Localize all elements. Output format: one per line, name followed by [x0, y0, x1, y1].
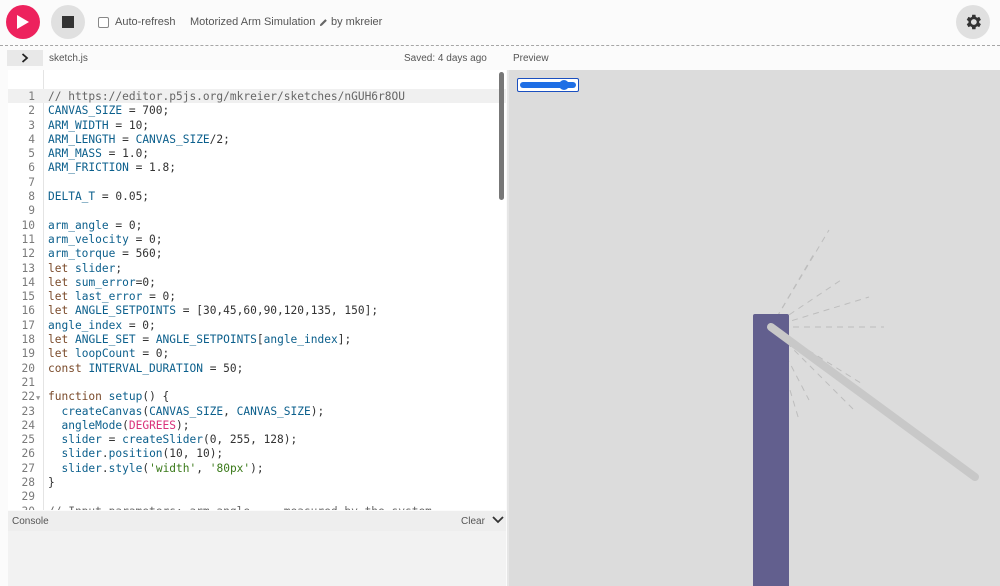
line-number: 14 [21, 275, 35, 289]
editor-scrollbar[interactable] [499, 72, 504, 200]
stop-button[interactable] [51, 5, 85, 39]
line-number: 15 [21, 290, 35, 304]
code-text: createCanvas(CANVAS_SIZE, CANVAS_SIZE); [61, 404, 325, 418]
code-text: DELTA_T = 0.05; [48, 190, 150, 204]
line-number: 17 [21, 318, 35, 332]
filename-label: sketch.js [49, 53, 88, 64]
arm-simulation [753, 229, 979, 586]
code-text: let ANGLE_SETPOINTS = [30,45,60,90,120,1… [48, 304, 379, 318]
play-icon [17, 15, 29, 29]
line-number: 2 [28, 104, 35, 118]
line-number: 8 [28, 190, 35, 204]
auto-refresh-toggle[interactable]: Auto-refresh [98, 16, 176, 28]
line-number: 6 [28, 161, 35, 175]
pencil-icon[interactable] [319, 18, 328, 27]
auto-refresh-label: Auto-refresh [115, 16, 176, 28]
code-text: slider.style('width', '80px'); [61, 461, 264, 475]
author-label: by mkreier [331, 16, 383, 28]
line-number: 5 [28, 147, 35, 161]
saved-status: Saved: 4 days ago [404, 53, 487, 64]
stop-icon [62, 16, 74, 28]
code-text: ARM_LENGTH = CANVAS_SIZE/2; [48, 132, 230, 146]
console-header: Console Clear [8, 511, 506, 531]
preview-label: Preview [513, 53, 549, 64]
code-text: } [48, 476, 55, 490]
code-text: ARM_WIDTH = 10; [48, 118, 150, 132]
line-number: 24 [21, 418, 35, 432]
code-text: angleMode(DEGREES); [61, 418, 190, 432]
code-text: const INTERVAL_DURATION = 50; [48, 361, 244, 375]
line-number: 18 [21, 333, 35, 347]
line-number: 11 [21, 232, 35, 246]
console-output [8, 531, 506, 586]
code-text: angle_index = 0; [48, 318, 156, 332]
code-text: let last_error = 0; [48, 290, 177, 304]
code-text: let sum_error=0; [48, 275, 156, 289]
file-bar: sketch.js Saved: 4 days ago [0, 48, 508, 68]
line-number: 7 [28, 175, 35, 189]
line-number: 26 [21, 447, 35, 461]
line-number: 16 [21, 304, 35, 318]
line-number: 23 [21, 404, 35, 418]
line-number: 3 [28, 118, 35, 132]
settings-button[interactable] [956, 5, 990, 39]
line-number: 20 [21, 361, 35, 375]
line-number: 27 [21, 461, 35, 475]
line-number: 9 [28, 204, 35, 218]
code-text: let loopCount = 0; [48, 347, 170, 361]
console-clear-button[interactable]: Clear [461, 516, 485, 527]
line-number: 30 [8, 505, 35, 510]
code-editor[interactable]: 1 // https://editor.p5js.org/mkreier/sket… [8, 70, 506, 510]
toolbar: Auto-refresh Motorized Arm Simulation by… [0, 0, 1000, 46]
line-number: 28 [21, 476, 35, 490]
motor-arm [767, 323, 979, 481]
code-text: ARM_FRICTION = 1.8; [48, 161, 176, 175]
line-number: 1 [28, 90, 35, 103]
code-text: function setup() { [48, 390, 170, 404]
code-text: arm_velocity = 0; [48, 232, 163, 246]
line-number: 19 [21, 347, 35, 361]
preview-canvas [509, 70, 1000, 586]
line-number: 21 [21, 375, 35, 389]
line-number: 4 [28, 132, 35, 146]
line-number: 13 [21, 261, 35, 275]
fold-triangle-icon[interactable]: ▼ [36, 391, 40, 405]
code-text: arm_angle = 0; [48, 218, 143, 232]
console-label: Console [12, 516, 49, 527]
code-text: let ANGLE_SET = ANGLE_SETPOINTS[angle_in… [48, 333, 352, 347]
chevron-right-icon [21, 53, 29, 63]
auto-refresh-checkbox[interactable] [98, 16, 109, 28]
project-name-text: Motorized Arm Simulation [190, 16, 316, 28]
code-text: ARM_MASS = 1.0; [48, 147, 150, 161]
line-number: 29 [21, 490, 35, 504]
line-number: 25 [21, 433, 35, 447]
line-number: 22 [21, 390, 35, 404]
code-text: slider.position(10, 10); [61, 447, 224, 461]
chevron-down-icon[interactable] [492, 515, 504, 525]
code-text: CANVAS_SIZE = 700; [48, 104, 170, 118]
code-text: slider = createSlider(0, 255, 128); [61, 433, 298, 447]
gear-icon [966, 14, 981, 30]
code-text: // Input parameters: arm_angle ... measu… [48, 505, 432, 510]
line-number: 12 [21, 247, 35, 261]
code-text: arm_torque = 560; [48, 247, 163, 261]
line-number: 10 [21, 218, 35, 232]
arm-base [753, 314, 789, 586]
code-text: let slider; [48, 261, 123, 275]
project-name[interactable]: Motorized Arm Simulation [190, 16, 328, 28]
sidebar-toggle-button[interactable] [7, 50, 43, 66]
code-text: // https://editor.p5js.org/mkreier/sketc… [48, 90, 405, 103]
play-button[interactable] [6, 5, 40, 39]
